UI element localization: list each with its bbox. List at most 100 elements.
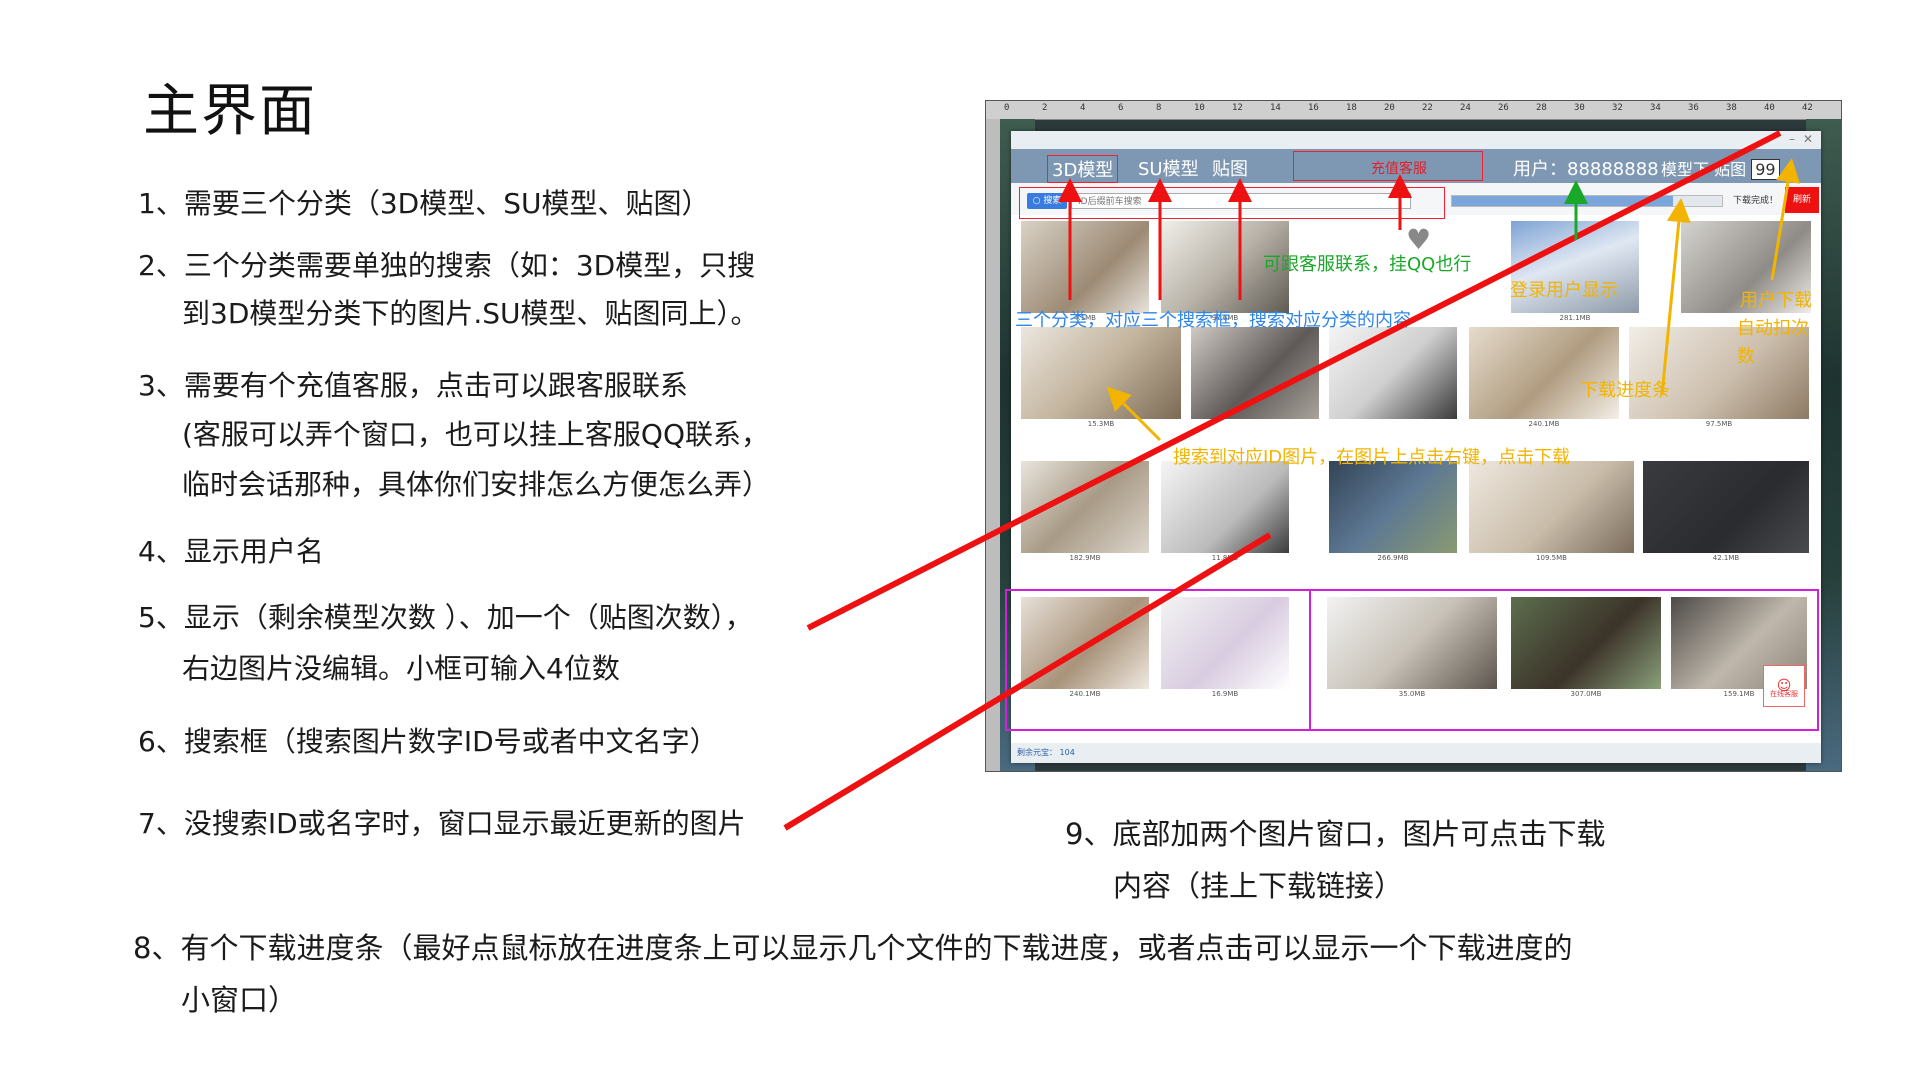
requirement-6: 6、搜索框（搜索图片数字ID号或者中文名字）	[138, 718, 718, 766]
image-tile[interactable]: 42.1MB	[1643, 461, 1809, 571]
ruler-tick: 6	[1118, 103, 1124, 113]
minimize-icon[interactable]: –	[1789, 132, 1795, 146]
recharge-service-button[interactable]: 充值客服	[1371, 158, 1427, 178]
image-tile[interactable]: 307.0MB	[1511, 597, 1661, 707]
progress-fill	[1452, 196, 1674, 206]
thumbnail[interactable]	[1161, 597, 1289, 689]
image-tile[interactable]	[1329, 327, 1457, 437]
thumbnail[interactable]	[1021, 221, 1149, 313]
tab-texture[interactable]: 贴图	[1212, 155, 1248, 181]
thumbnail[interactable]	[1191, 327, 1319, 419]
ruler-tick: 24	[1460, 103, 1471, 113]
texture-count-label: 贴图	[1714, 160, 1747, 179]
annotation-user-download: 用户下载	[1740, 290, 1812, 311]
thumbnail[interactable]	[1643, 461, 1809, 553]
image-tile[interactable]: 11.8MB	[1161, 461, 1289, 571]
requirement-3: 3、需要有个充值客服，点击可以跟客服联系 (客服可以弄个窗口，也可以挂上客服QQ…	[138, 362, 770, 510]
close-icon[interactable]: ✕	[1803, 132, 1813, 146]
thumbnail[interactable]	[1327, 597, 1497, 689]
image-tile[interactable]	[1191, 327, 1319, 437]
progress-status: 下载完成！	[1733, 196, 1779, 206]
image-tile[interactable]: 109.5MB	[1469, 461, 1634, 571]
thumbnail[interactable]	[1469, 327, 1619, 419]
tab-3d-model[interactable]: 3D模型	[1047, 155, 1119, 183]
annotation-search-id-image: 搜索到对应ID图片，在图片上点击右键，点击下载	[1173, 447, 1571, 468]
search-button[interactable]: ○ 搜索	[1027, 193, 1067, 209]
requirement-5: 5、显示（剩余模型次数 ）、加一个（贴图次数）， 右边图片没编辑。小框可输入4位…	[138, 594, 753, 696]
file-size: 35.0MB	[1398, 690, 1426, 698]
image-tile[interactable]: 35.0MB	[1327, 597, 1497, 707]
status-bar: 剩余元宝： 104	[1011, 743, 1821, 763]
image-tile[interactable]: 266.9MB	[1329, 461, 1457, 571]
ruler-tick: 26	[1498, 103, 1509, 113]
annotation-login-user: 登录用户显示	[1510, 280, 1618, 301]
online-service-widget[interactable]: 在线客服	[1763, 658, 1805, 714]
count-input[interactable]: 99	[1751, 159, 1780, 180]
ruler-tick: 40	[1764, 103, 1775, 113]
requirement-4-text: 4、显示用户名	[138, 535, 324, 568]
ruler-tick: 14	[1270, 103, 1281, 113]
note-8-line-1: 8、有个下载进度条（最好点鼠标放在进度条上可以显示几个文件的下载进度，或者点击可…	[133, 931, 1573, 965]
tab-su-model[interactable]: SU模型	[1138, 155, 1199, 181]
requirement-7-text: 7、没搜索ID或名字时，窗口显示最近更新的图片	[138, 807, 746, 840]
ruler-tick: 36	[1688, 103, 1699, 113]
username-display: 用户：88888888	[1513, 159, 1659, 180]
ruler-tick: 42	[1802, 103, 1813, 113]
search-input[interactable]: ID后缀前车搜索	[1071, 193, 1411, 209]
thumbnail[interactable]	[1021, 597, 1149, 689]
search-row: ○ 搜索 ID后缀前车搜索 下载完成！ 刷新	[1011, 183, 1821, 219]
thumbnail[interactable]	[1469, 461, 1634, 553]
app-mockup-screenshot: 0 2 4 6 8 10 12 14 16 18 20 22 24 26 28 30 32 34 36 38 40 42 …	[985, 100, 1842, 772]
file-size: 11.8MB	[1211, 554, 1239, 562]
file-size: 182.9MB	[1069, 554, 1101, 562]
thumbnail[interactable]	[1511, 597, 1661, 689]
requirement-5-cont: 右边图片没编辑。小框可输入4位数	[182, 652, 620, 685]
note-9-line-1: 9、底部加两个图片窗口，图片可点击下载	[1065, 817, 1606, 851]
window-titlebar: – ✕	[1011, 131, 1821, 149]
file-size: 307.0MB	[1570, 690, 1602, 698]
image-tile[interactable]: 240.1MB	[1021, 597, 1149, 707]
model-count-label: 模型下	[1661, 160, 1710, 179]
requirement-3-cont-1: (客服可以弄个窗口，也可以挂上客服QQ联系，	[182, 418, 770, 451]
remaining-counter: 模型下 贴图 99	[1661, 156, 1780, 180]
requirement-3-text: 3、需要有个充值客服，点击可以跟客服联系	[138, 369, 688, 402]
ruler-tick: 28	[1536, 103, 1547, 113]
ruler-tick: 12	[1232, 103, 1243, 113]
ruler-tick: 34	[1650, 103, 1661, 113]
ruler-tick: 2	[1042, 103, 1048, 113]
annotation-service-contact: 可跟客服联系，挂QQ也行	[1263, 254, 1472, 275]
thumbnail[interactable]	[1021, 327, 1181, 419]
thumbnail[interactable]	[1329, 461, 1457, 553]
file-size: 240.1MB	[1069, 690, 1101, 698]
thumbnail[interactable]	[1629, 327, 1809, 419]
ruler-tick: 10	[1194, 103, 1205, 113]
ruler-tick: 18	[1346, 103, 1357, 113]
requirement-2-text: 2、三个分类需要单独的搜索（如：3D模型，只搜	[138, 249, 756, 282]
vertical-ruler	[986, 119, 1000, 771]
thumbnail[interactable]	[1329, 327, 1457, 419]
note-8-line-2: 小窗口）	[181, 983, 298, 1017]
file-size: 109.5MB	[1536, 554, 1567, 562]
thumbnail[interactable]	[1161, 461, 1289, 553]
page-title: 主界面	[143, 79, 317, 144]
file-size: 42.1MB	[1712, 554, 1740, 562]
ruler-tick: 16	[1308, 103, 1319, 113]
requirement-7: 7、没搜索ID或名字时，窗口显示最近更新的图片	[138, 800, 746, 848]
image-tile[interactable]: 182.9MB	[1021, 461, 1149, 571]
requirement-1: 1、需要三个分类（3D模型、SU模型、贴图）	[138, 180, 709, 228]
file-size: 240.1MB	[1528, 420, 1560, 428]
ruler-tick: 22	[1422, 103, 1433, 113]
image-tile[interactable]: 16.9MB	[1161, 597, 1289, 707]
file-size: 281.1MB	[1559, 314, 1591, 322]
note-8: 8、有个下载进度条（最好点鼠标放在进度条上可以显示几个文件的下载进度，或者点击可…	[133, 922, 1572, 1026]
image-tile[interactable]: 15.3MB	[1021, 327, 1181, 437]
ruler-tick: 4	[1080, 103, 1086, 113]
refresh-button[interactable]: 刷新	[1785, 187, 1819, 213]
thumbnail[interactable]	[1021, 461, 1149, 553]
requirement-5-text: 5、显示（剩余模型次数 ）、加一个（贴图次数），	[138, 601, 753, 634]
nav-bar: 3D模型 SU模型 贴图 充值客服 用户：88888888 模型下 贴图 99	[1011, 149, 1821, 183]
download-progress-bar[interactable]	[1451, 195, 1723, 207]
note-9: 9、底部加两个图片窗口，图片可点击下载 内容（挂上下载链接）	[1065, 808, 1605, 912]
requirement-4: 4、显示用户名	[138, 528, 324, 576]
file-size: 16.9MB	[1211, 690, 1239, 698]
